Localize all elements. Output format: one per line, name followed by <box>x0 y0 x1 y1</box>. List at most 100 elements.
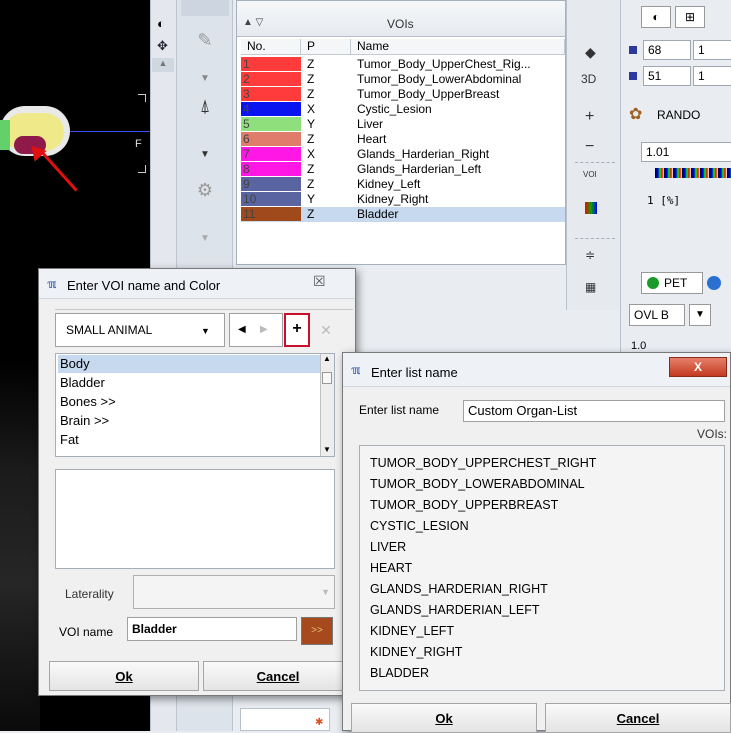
list-item: CYSTIC_LESION <box>370 519 469 533</box>
list-item[interactable]: Body <box>58 355 320 373</box>
shape-icon[interactable]: ◆ <box>585 44 596 61</box>
dialog-title: Enter list name <box>371 365 458 380</box>
table-row[interactable]: 8 Z Glands_Harderian_Left <box>241 162 565 177</box>
scroll-down-icon[interactable]: ▼ <box>323 445 331 454</box>
table-row[interactable]: 5 Y Liver <box>241 117 565 132</box>
color-icon[interactable] <box>585 202 597 214</box>
chevron-down-icon: ▼ <box>321 587 330 597</box>
chevron-down-icon[interactable]: ▼ <box>181 136 229 172</box>
square-icon <box>629 46 637 54</box>
field-68b[interactable]: 1 <box>693 40 731 60</box>
column-header-no[interactable]: No. <box>241 39 301 55</box>
add-voi-button[interactable]: + <box>585 108 594 126</box>
field-51b[interactable]: 1 <box>693 66 731 86</box>
table-row[interactable]: 2 Z Tumor_Body_LowerAbdominal <box>241 72 565 87</box>
ok-button[interactable]: Ok <box>351 703 537 733</box>
list-item[interactable]: Bladder <box>58 374 320 392</box>
ovl-select[interactable]: OVL B <box>629 304 685 326</box>
scroll-thumb[interactable] <box>322 372 332 384</box>
tool-button[interactable] <box>181 0 229 16</box>
field-51[interactable]: 51 <box>643 66 691 86</box>
tab-pet[interactable]: PET <box>641 272 703 294</box>
list-item: GLANDS_HARDERIAN_LEFT <box>370 603 540 617</box>
voi-plane-cell: Z <box>307 177 315 191</box>
voi-plane-cell: Z <box>307 72 315 86</box>
list-name-input[interactable]: Custom Organ-List <box>463 400 725 422</box>
category-select[interactable]: SMALL ANIMAL <box>55 313 225 347</box>
field-68[interactable]: 68 <box>643 40 691 60</box>
nav-buttons: ◀ ▶ <box>229 313 283 347</box>
prev-icon[interactable]: ◀ <box>238 324 246 335</box>
table-row[interactable]: 10 Y Kidney_Right <box>241 192 565 207</box>
table-row[interactable]: 9 Z Kidney_Left <box>241 177 565 192</box>
cancel-button[interactable]: Cancel <box>203 661 353 691</box>
dialog-titlebar: ℼ Enter list name X <box>343 353 730 387</box>
star-icon: ✱ <box>315 717 324 728</box>
voi-panel-header: ▲ ▽ VOIs <box>237 1 565 37</box>
scrollbar[interactable]: ▲ ▼ <box>320 354 334 456</box>
voi-name-cell: Tumor_Body_LowerAbdominal <box>357 72 522 86</box>
random-colors-label[interactable]: RANDO <box>657 108 700 122</box>
tab-grid[interactable]: ⊞ <box>675 6 705 28</box>
chevron-down-icon[interactable]: ▼ <box>181 220 229 256</box>
contrast-icon: ◐ <box>652 10 660 24</box>
voi-plane-cell: Z <box>307 57 315 71</box>
list-name-label: Enter list name <box>359 403 440 417</box>
close-button[interactable]: X <box>669 357 727 377</box>
close-icon[interactable]: ☒ <box>313 273 326 290</box>
dialog-title: Enter VOI name and Color <box>67 278 221 293</box>
voi-number-cell: 11 <box>241 207 301 221</box>
list-item[interactable]: Bones >> <box>58 393 320 411</box>
table-row[interactable]: 11 Z Bladder <box>241 207 565 222</box>
scroll-up-icon[interactable]: ▲ <box>323 354 331 363</box>
list-item[interactable]: Brain >> <box>58 412 320 430</box>
color-picker-button[interactable]: >> <box>301 617 333 645</box>
bottom-button[interactable]: ✱ <box>240 708 330 731</box>
align-icon[interactable]: ≑ <box>585 248 595 262</box>
voi-name-cell: Cystic_Lesion <box>357 102 432 116</box>
next-icon[interactable]: ▶ <box>260 324 268 335</box>
orientation-label: F <box>135 138 142 150</box>
list-name-dialog: ℼ Enter list name X Enter list name Cust… <box>342 352 731 733</box>
chevron-down-icon[interactable]: ▼ <box>689 304 711 326</box>
column-header-p[interactable]: P <box>301 39 351 55</box>
scroll-up-icon[interactable]: ▲ <box>152 58 174 72</box>
table-row[interactable]: 1 Z Tumor_Body_UpperChest_Rig... <box>241 57 565 72</box>
table-row[interactable]: 4 X Cystic_Lesion <box>241 102 565 117</box>
value-field[interactable]: 1.01 <box>641 142 731 162</box>
grid-icon[interactable]: ▦ <box>585 280 596 294</box>
add-list-button[interactable]: + <box>284 313 310 347</box>
voi-plane-cell: Y <box>307 192 316 206</box>
list-item[interactable]: Fat <box>58 431 320 449</box>
crosshair-icon[interactable]: ✥ <box>157 38 168 54</box>
voi-plane-cell: Z <box>307 207 315 221</box>
voi-number-cell: 7 <box>241 147 301 161</box>
remove-voi-button[interactable]: − <box>585 138 594 156</box>
sort-icon[interactable]: ▲ ▽ <box>243 17 263 28</box>
3d-button[interactable]: 3D <box>581 72 596 86</box>
table-row[interactable]: 7 X Glands_Harderian_Right <box>241 147 565 162</box>
palette-icon[interactable]: ✿ <box>629 104 642 124</box>
voi-name-input[interactable]: Bladder <box>127 617 297 641</box>
laterality-select[interactable]: ▼ <box>133 575 335 609</box>
ok-button[interactable]: Ok <box>49 661 199 691</box>
table-row[interactable]: 3 Z Tumor_Body_UpperBreast <box>241 87 565 102</box>
table-row[interactable]: 6 Z Heart <box>241 132 565 147</box>
ct-tab-icon[interactable] <box>707 276 721 290</box>
chevron-down-icon[interactable]: ▼ <box>201 326 210 336</box>
delete-list-button[interactable]: ✕ <box>314 313 338 347</box>
voi-number-cell: 10 <box>241 192 301 206</box>
tick-mark <box>145 94 146 102</box>
draw-tool-icon[interactable]: ⍋ <box>181 88 229 124</box>
column-header-name[interactable]: Name <box>351 39 565 55</box>
brush-icon[interactable]: ✎ <box>181 22 229 58</box>
contrast-icon[interactable]: ◐ <box>157 16 165 31</box>
image-region <box>0 360 40 731</box>
voi-label[interactable]: VOI <box>583 170 597 179</box>
region-grow-icon[interactable]: ⚙ <box>181 172 229 208</box>
tab-contrast[interactable]: ◐ <box>641 6 671 28</box>
cancel-button[interactable]: Cancel <box>545 703 731 733</box>
description-area[interactable] <box>55 469 335 569</box>
list-item: BLADDER <box>370 666 430 680</box>
voi-number-cell: 1 <box>241 57 301 71</box>
